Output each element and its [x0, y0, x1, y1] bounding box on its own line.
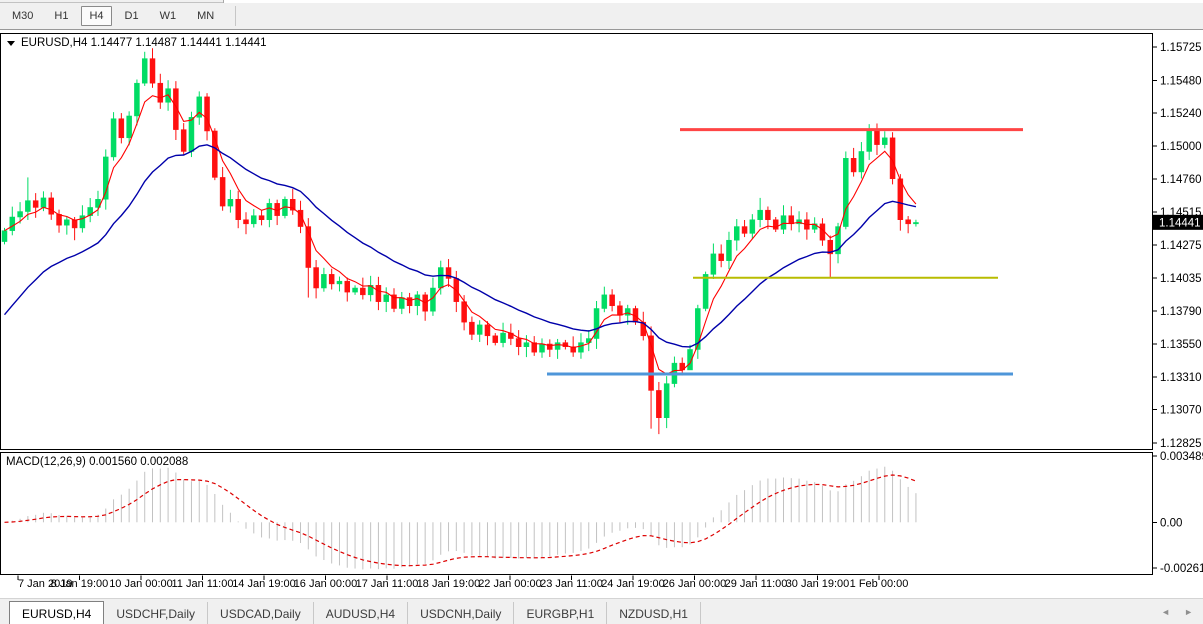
svg-text:18 Jan 19:00: 18 Jan 19:00 — [417, 578, 481, 590]
tab-scroll-left-icon[interactable]: ◄ — [1161, 607, 1170, 617]
time-axis[interactable]: 7 Jan 20198 Jan 19:0010 Jan 00:0011 Jan … — [18, 576, 908, 591]
svg-text:EURUSD,H4 1.14477 1.14487 1.1: EURUSD,H4 1.14477 1.14487 1.14441 1.1444… — [21, 37, 267, 49]
timeframe-m30[interactable]: M30 — [4, 6, 41, 26]
svg-text:24 Jan 19:00: 24 Jan 19:00 — [601, 578, 665, 590]
svg-text:1.14760: 1.14760 — [1160, 174, 1202, 186]
tab-eurusd-h4[interactable]: EURUSD,H4 — [9, 601, 104, 624]
svg-text:0.00: 0.00 — [1160, 517, 1182, 529]
timeframe-button-group: M30H1H4 D1W1MN — [4, 6, 227, 26]
svg-text:23 Jan 11:00: 23 Jan 11:00 — [540, 578, 603, 590]
timeframe-mn[interactable]: MN — [189, 6, 222, 26]
timeframe-w1[interactable]: W1 — [152, 6, 185, 26]
svg-text:14 Jan 19:00: 14 Jan 19:00 — [232, 578, 296, 590]
tab-nzdusd-h1[interactable]: NZDUSD,H1 — [607, 602, 701, 624]
tab-usdchf-daily[interactable]: USDCHF,Daily — [104, 602, 208, 624]
toolbar-separator — [235, 6, 236, 26]
svg-text:16 Jan 00:00: 16 Jan 00:00 — [294, 578, 358, 590]
macd-label: MACD(12,26,9) 0.001560 0.002088 — [6, 456, 188, 468]
svg-text:1.14441: 1.14441 — [1159, 217, 1201, 229]
svg-text:1.13790: 1.13790 — [1160, 306, 1202, 318]
macd-panel-border — [1, 453, 1153, 575]
svg-text:26 Jan 00:00: 26 Jan 00:00 — [663, 578, 727, 590]
svg-text:10 Jan 00:00: 10 Jan 00:00 — [109, 578, 173, 590]
tab-eurgbp-h1[interactable]: EURGBP,H1 — [514, 602, 607, 624]
svg-text:0.003489: 0.003489 — [1160, 451, 1203, 463]
chart-canvas[interactable]: EURUSD,H4 1.14477 1.14487 1.14441 1.1444… — [0, 33, 1203, 595]
svg-text:1.15480: 1.15480 — [1160, 75, 1202, 87]
svg-text:1.15725: 1.15725 — [1160, 42, 1202, 54]
symbol-tab-bar: EURUSD,H4USDCHF,DailyUSDCAD,DailyAUDUSD,… — [0, 598, 1203, 624]
svg-text:-0.002617: -0.002617 — [1160, 563, 1203, 575]
svg-text:1.14275: 1.14275 — [1160, 240, 1202, 252]
svg-text:22 Jan 00:00: 22 Jan 00:00 — [478, 578, 542, 590]
tab-scroll-right-icon[interactable]: ► — [1184, 607, 1193, 617]
svg-text:8 Jan 19:00: 8 Jan 19:00 — [51, 578, 109, 590]
svg-text:1.13070: 1.13070 — [1160, 405, 1202, 417]
symbol-tabs: EURUSD,H4USDCHF,DailyUSDCAD,DailyAUDUSD,… — [0, 599, 701, 624]
tab-audusd-h4[interactable]: AUDUSD,H4 — [314, 602, 408, 624]
timeframe-h1[interactable]: H1 — [46, 6, 76, 26]
svg-text:17 Jan 11:00: 17 Jan 11:00 — [356, 578, 419, 590]
timeframe-h4[interactable]: H4 — [81, 6, 111, 26]
timeframe-d1[interactable]: D1 — [117, 6, 147, 26]
tab-scroll-arrows: ◄ ► — [1161, 599, 1203, 624]
svg-text:1.13310: 1.13310 — [1160, 372, 1202, 384]
svg-text:11 Jan 11:00: 11 Jan 11:00 — [172, 578, 234, 590]
chart-title: EURUSD,H4 1.14477 1.14487 1.14441 1.1444… — [7, 37, 267, 49]
svg-text:1.14035: 1.14035 — [1160, 273, 1202, 285]
svg-text:1.15240: 1.15240 — [1160, 108, 1202, 120]
tab-usdcad-daily[interactable]: USDCAD,Daily — [208, 602, 314, 624]
svg-text:29 Jan 11:00: 29 Jan 11:00 — [725, 578, 788, 590]
timeframe-toolbar: M30H1H4 D1W1MN — [0, 3, 1203, 30]
tab-usdcnh-daily[interactable]: USDCNH,Daily — [408, 602, 514, 624]
svg-text:1.13550: 1.13550 — [1160, 339, 1202, 351]
svg-text:1.15000: 1.15000 — [1160, 141, 1202, 153]
svg-text:1 Feb 00:00: 1 Feb 00:00 — [850, 578, 909, 590]
svg-text:1.12825: 1.12825 — [1160, 438, 1202, 450]
svg-text:30 Jan 19:00: 30 Jan 19:00 — [786, 578, 850, 590]
mt4-window: M30H1H4 D1W1MN EURUSD,H4 1.14477 1.14487 … — [0, 0, 1203, 624]
current-price-badge: 1.14441 — [1153, 215, 1203, 230]
